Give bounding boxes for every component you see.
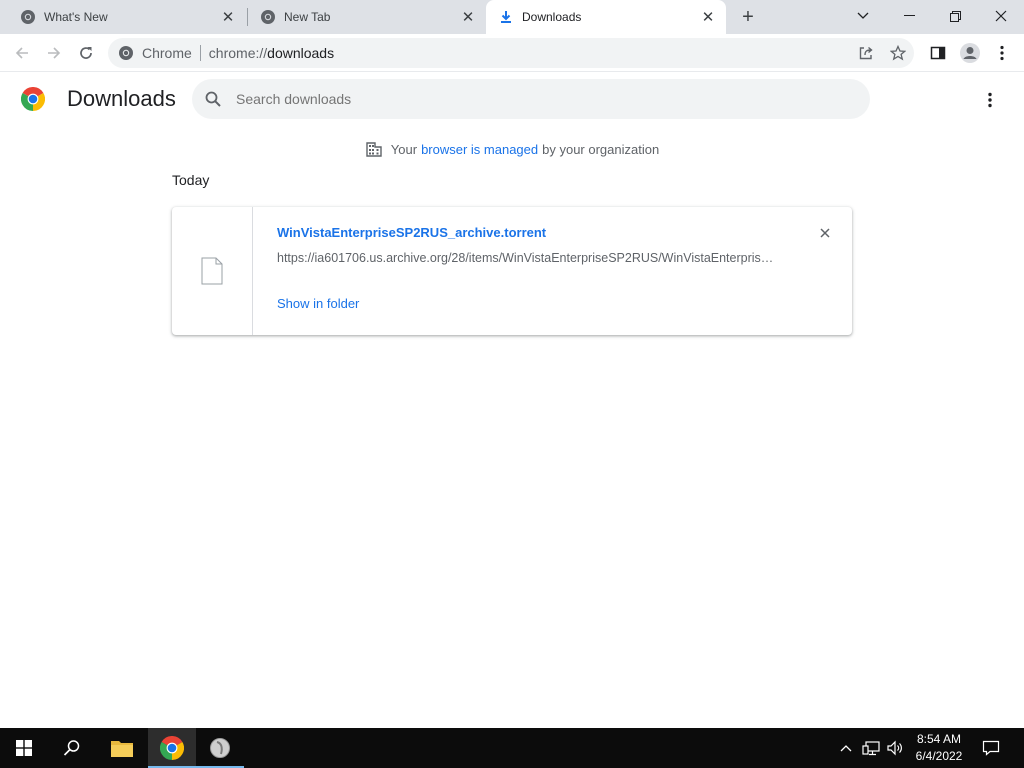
chrome-icon xyxy=(260,9,276,25)
chrome-icon xyxy=(118,45,134,61)
browser-menu-button[interactable] xyxy=(988,39,1016,67)
chrome-taskbar-button[interactable] xyxy=(148,728,196,768)
chrome-icon xyxy=(20,9,36,25)
show-in-folder-link[interactable]: Show in folder xyxy=(277,296,359,311)
taskbar-clock[interactable]: 8:54 AM 6/4/2022 xyxy=(906,731,972,765)
chrome-logo-icon xyxy=(21,87,45,111)
download-icon xyxy=(498,9,514,25)
more-vertical-icon xyxy=(988,92,992,108)
side-panel-button[interactable] xyxy=(924,39,952,67)
share-icon[interactable] xyxy=(852,39,880,67)
restore-button[interactable] xyxy=(932,0,978,32)
forward-arrow-icon xyxy=(48,47,61,59)
address-bar[interactable]: Chrome chrome:// downloads xyxy=(108,38,914,68)
file-icon xyxy=(201,257,223,285)
file-source-url[interactable]: https://ia601706.us.archive.org/28/items… xyxy=(277,251,777,265)
network-icon[interactable] xyxy=(861,738,881,758)
file-icon-column xyxy=(172,207,253,335)
tab-title: What's New xyxy=(44,10,108,24)
managed-prefix: Your xyxy=(390,141,418,157)
close-icon xyxy=(820,228,830,238)
windows-logo-icon xyxy=(16,740,32,756)
side-panel-icon xyxy=(930,46,946,60)
app-icon xyxy=(210,738,230,758)
windows-taskbar: 8:54 AM 6/4/2022 xyxy=(0,728,1024,768)
file-explorer-button[interactable] xyxy=(98,728,146,768)
tab-close-icon[interactable]: ✕ xyxy=(218,7,238,27)
site-chip: Chrome xyxy=(142,45,192,61)
more-vertical-icon xyxy=(1000,45,1004,61)
tab-strip: What's New ✕ New Tab ✕ Downloads ✕ + xyxy=(0,0,1024,34)
downloads-header: Downloads xyxy=(0,72,1024,128)
volume-icon[interactable] xyxy=(885,738,905,758)
downloads-menu-button[interactable] xyxy=(978,86,1002,114)
search-input[interactable] xyxy=(236,89,836,109)
managed-suffix: by your organization xyxy=(542,141,660,157)
app-taskbar-button[interactable] xyxy=(196,728,244,768)
start-button[interactable] xyxy=(0,728,48,768)
tab-search-chevron-icon[interactable] xyxy=(840,0,886,32)
tab-downloads[interactable]: Downloads ✕ xyxy=(486,0,726,34)
reload-icon xyxy=(80,47,92,59)
tab-title: Downloads xyxy=(522,10,582,24)
search-icon xyxy=(205,91,221,107)
close-window-button[interactable] xyxy=(978,0,1024,32)
clock-date: 6/4/2022 xyxy=(915,749,963,763)
tab-close-icon[interactable]: ✕ xyxy=(698,7,718,27)
search-box[interactable] xyxy=(192,79,870,119)
tab-whats-new[interactable]: What's New ✕ xyxy=(0,0,246,34)
tab-close-icon[interactable]: ✕ xyxy=(458,7,478,27)
clock-time: 8:54 AM xyxy=(916,732,962,746)
reload-button[interactable] xyxy=(72,39,100,67)
back-arrow-icon xyxy=(15,47,28,59)
search-icon xyxy=(63,740,80,756)
omnibox-divider xyxy=(199,45,201,61)
building-icon xyxy=(365,140,383,158)
page-title: Downloads xyxy=(67,86,176,111)
date-header: Today xyxy=(172,172,210,188)
action-center-icon[interactable] xyxy=(981,738,1001,758)
avatar-icon xyxy=(960,43,980,63)
remove-download-button[interactable] xyxy=(815,223,835,243)
url-scheme: chrome:// xyxy=(208,45,268,61)
show-hidden-icons-icon[interactable] xyxy=(836,738,856,758)
download-item: WinVistaEnterpriseSP2RUS_archive.torrent… xyxy=(172,207,852,335)
file-name-link[interactable]: WinVistaEnterpriseSP2RUS_archive.torrent xyxy=(277,225,546,240)
folder-icon xyxy=(111,741,133,757)
chrome-icon xyxy=(160,736,184,760)
tab-title: New Tab xyxy=(284,10,331,24)
tab-new-tab[interactable]: New Tab ✕ xyxy=(248,0,486,34)
managed-link[interactable]: browser is managed xyxy=(421,142,538,157)
taskbar-search-button[interactable] xyxy=(48,728,96,768)
new-tab-button[interactable]: + xyxy=(736,5,760,29)
back-button[interactable] xyxy=(8,39,36,67)
profile-button[interactable] xyxy=(956,39,984,67)
managed-notice: Your browser is managed by your organiza… xyxy=(0,138,1024,160)
forward-button[interactable] xyxy=(40,39,68,67)
bookmark-star-icon[interactable] xyxy=(884,39,912,67)
url-host: downloads xyxy=(267,45,335,61)
browser-toolbar: Chrome chrome:// downloads xyxy=(0,34,1024,72)
minimize-button[interactable] xyxy=(886,0,932,32)
